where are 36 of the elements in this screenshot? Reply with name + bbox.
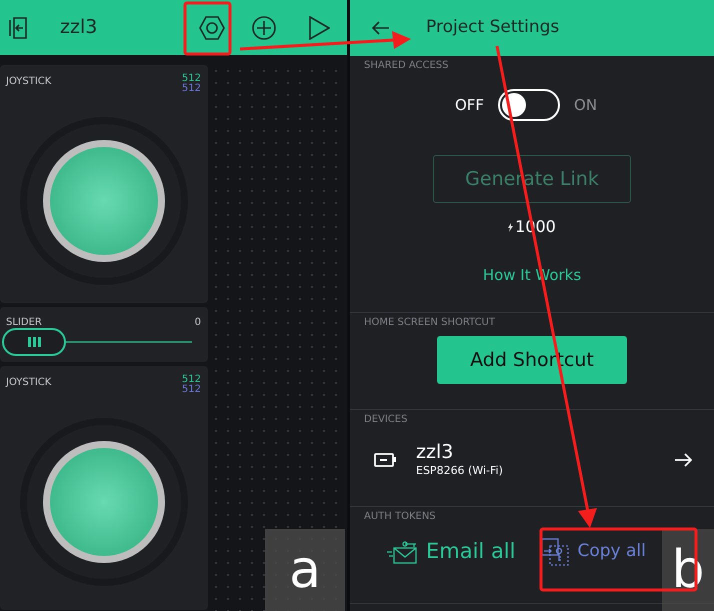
energy-icon	[508, 222, 514, 232]
section-heading: AUTH TOKENS	[363, 510, 437, 524]
device-board-icon	[374, 453, 396, 467]
on-label: ON	[574, 94, 598, 116]
device-model: ESP8266 (Wi-Fi)	[416, 462, 503, 479]
callout-label: a	[265, 529, 345, 611]
copy-all-button[interactable]: Copy all	[541, 538, 646, 566]
project-title: zzl3	[60, 15, 98, 40]
x-value: 512	[182, 74, 201, 84]
widget-label: JOYSTICK	[6, 75, 52, 89]
copy-key-icon	[541, 538, 570, 566]
hexagon-nut-icon[interactable]	[199, 16, 226, 40]
off-label: OFF	[454, 94, 484, 116]
email-all-button[interactable]: Email all	[386, 536, 516, 568]
joystick-knob[interactable]	[20, 117, 188, 285]
slider-thumb[interactable]	[2, 328, 66, 356]
device-row[interactable]: zzl3 ESP8266 (Wi-Fi)	[350, 427, 714, 493]
back-arrow-icon[interactable]	[372, 21, 390, 35]
section-heading: SHARED ACCESS	[363, 59, 450, 73]
device-name: zzl3	[416, 440, 454, 463]
screen-title: Project Settings	[426, 16, 560, 40]
add-icon[interactable]	[252, 16, 276, 40]
section-heading: HOME SCREEN SHORTCUT	[363, 316, 496, 330]
highlight-box	[184, 2, 232, 56]
y-value: 512	[182, 84, 201, 94]
widget-label: SLIDER	[6, 316, 42, 330]
y-value: 512	[182, 385, 201, 395]
section-heading: DEVICES	[363, 413, 408, 427]
x-value: 512	[182, 375, 201, 385]
play-icon[interactable]	[308, 16, 330, 40]
joystick-knob[interactable]	[20, 418, 188, 586]
slider-value: 0	[194, 316, 201, 330]
toggle-switch[interactable]	[498, 89, 560, 121]
widget-label: JOYSTICK	[6, 376, 52, 390]
arrow-right-icon[interactable]	[674, 453, 692, 467]
envelope-key-icon	[386, 538, 418, 565]
